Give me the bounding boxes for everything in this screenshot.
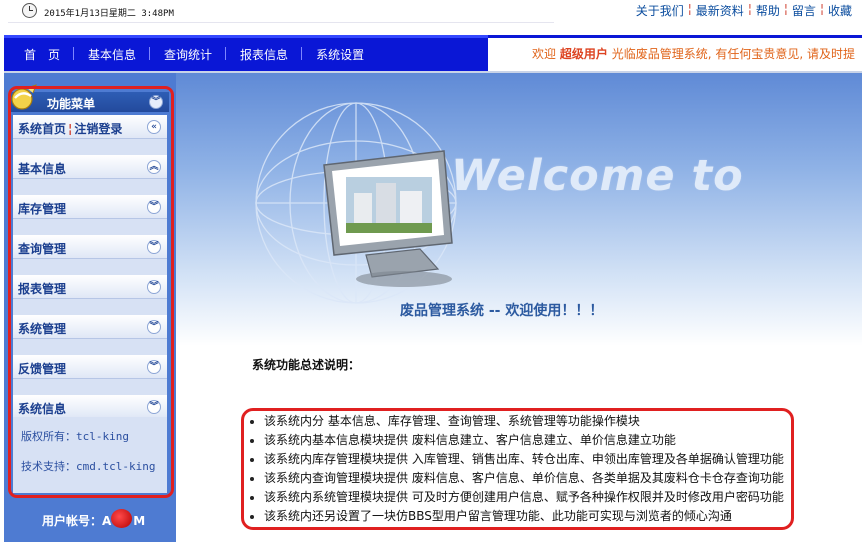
latest-info-link[interactable]: 最新资料 [692,2,748,19]
clock-icon [22,3,37,18]
welcome-message: 欢迎 超级用户 光临废品管理系统, 有任何宝贵意见, 请及时提 [532,45,855,62]
monitor-icon [323,150,453,287]
sidebar-highlight-frame [8,86,174,498]
account-suffix: M [133,514,146,528]
current-datetime: 2015年1月13日星期二 3:48PM [44,9,174,19]
account-prefix: 用户帐号：A [42,514,112,528]
welcome-bar: 欢迎 超级用户 光临废品管理系统, 有任何宝贵意见, 请及时提 [488,35,862,71]
welcome-user: 超级用户 [559,47,608,61]
main-nav: 首 页 基本信息 查询统计 报表信息 系统设置 [4,35,488,71]
favorite-link[interactable]: 收藏 [824,2,856,19]
feature-highlight-frame [241,408,794,530]
redaction-dot [111,509,132,528]
nav-system-settings[interactable]: 系统设置 [301,46,378,63]
welcome-suffix: 光临废品管理系统, 有任何宝贵意见, 请及时提 [611,47,855,61]
welcome-banner-text: Welcome to [451,151,744,201]
nav-query-stats[interactable]: 查询统计 [149,46,226,63]
nav-basic-info[interactable]: 基本信息 [73,46,150,63]
top-links: 关于我们 ¦ 最新资料 ¦ 帮助 ¦ 留言 ¦ 收藏 [632,2,856,19]
divider [8,22,554,23]
about-us-link[interactable]: 关于我们 [632,2,688,19]
top-bar: 2015年1月13日星期二 3:48PM 关于我们 ¦ 最新资料 ¦ 帮助 ¦ 留言 ¦… [0,0,862,34]
overview-title: 系统功能总述说明： [252,358,361,372]
nav-report-info[interactable]: 报表信息 [225,46,302,63]
message-link[interactable]: 留言 [788,2,820,19]
help-link[interactable]: 帮助 [752,2,784,19]
welcome-prefix: 欢迎 [532,47,557,61]
system-title: 废品管理系统 -- 欢迎使用！！！ [400,303,604,319]
nav-home[interactable]: 首 页 [10,46,74,63]
